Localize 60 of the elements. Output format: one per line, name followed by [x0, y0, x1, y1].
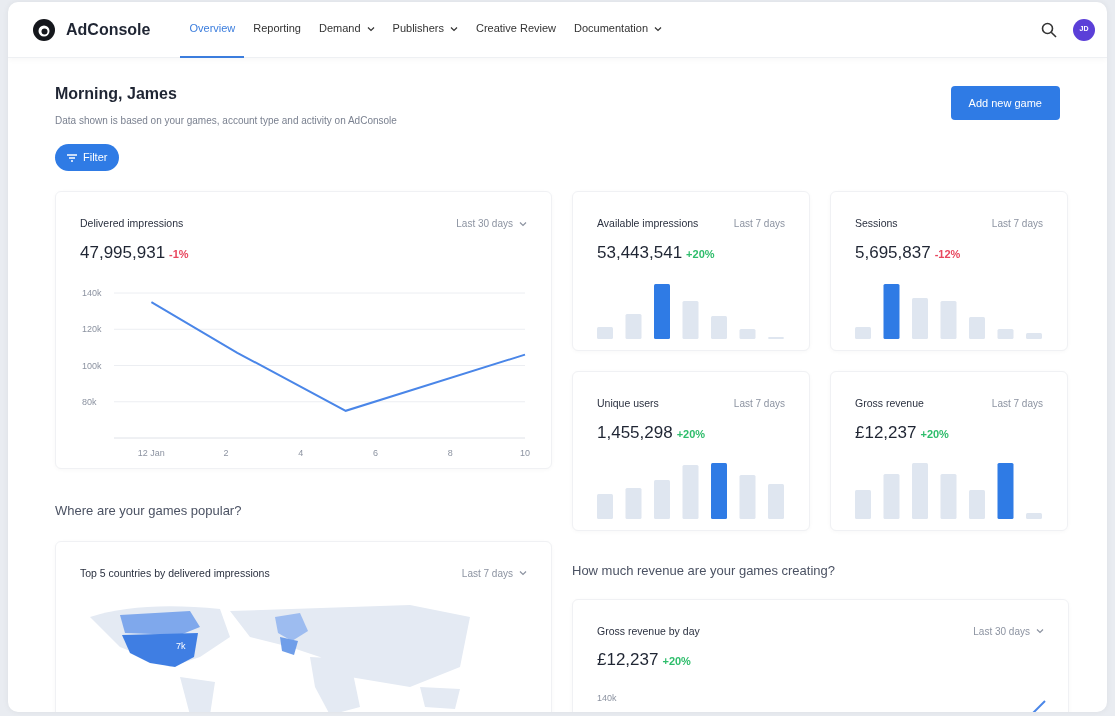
axis-label: 4 — [298, 448, 304, 459]
change-percent: -1% — [169, 246, 189, 262]
chevron-down-icon — [519, 219, 527, 228]
chevron-down-icon — [366, 24, 375, 33]
add-game-button[interactable]: Add new game — [950, 86, 1060, 120]
logo-icon — [32, 17, 56, 42]
card-title: Unique users — [597, 396, 659, 412]
axis-label: 6 — [373, 448, 379, 459]
nav-tab[interactable]: Reporting — [244, 2, 310, 58]
chevron-down-icon — [449, 24, 458, 33]
nav-tab[interactable]: Overview — [180, 2, 245, 58]
metric-value: £12,237 — [597, 649, 659, 672]
period-dropdown[interactable]: Last 30 days — [456, 216, 527, 232]
brand-name: AdConsole — [66, 19, 151, 40]
axis-label: 10 — [520, 448, 530, 459]
period-dropdown[interactable]: Last 7 days — [461, 565, 527, 581]
change-percent: +20% — [662, 654, 691, 670]
card-title: Delivered impressions — [80, 216, 184, 232]
period-dropdown[interactable]: Last 30 days — [973, 623, 1044, 639]
map-label: 7k — [176, 641, 186, 652]
metric-value: 47,995,931 — [80, 241, 166, 264]
change-percent: +20% — [676, 426, 706, 442]
card-title: Top 5 countries by delivered impressions — [80, 565, 270, 581]
period-dropdown[interactable]: Last 7 days — [733, 216, 785, 232]
section-heading: Where are your games popular? — [55, 502, 243, 521]
axis-label: 2 — [223, 448, 229, 459]
search-icon[interactable] — [1041, 21, 1057, 38]
change-percent: +20% — [920, 426, 949, 442]
card-title: Gross revenue by day — [597, 623, 700, 639]
metric-value: 1,455,298 — [597, 421, 673, 444]
axis-label: 8 — [447, 448, 453, 459]
chevron-down-icon — [654, 24, 663, 33]
metric-value: 53,443,541 — [597, 241, 683, 264]
nav-tab[interactable]: Documentation — [565, 2, 672, 58]
change-percent: +20% — [686, 246, 715, 262]
axis-label: 120k — [82, 324, 102, 335]
card-title: Available impressions — [597, 216, 699, 232]
metric-value: £12,237 — [855, 421, 917, 444]
period-dropdown[interactable]: Last 7 days — [991, 396, 1043, 412]
nav-tab[interactable]: Publishers — [383, 2, 467, 58]
nav-tab[interactable]: Demand — [310, 2, 384, 58]
axis-label: 140k — [82, 288, 102, 299]
axis-label: 140k — [597, 692, 617, 703]
period-dropdown[interactable]: Last 7 days — [733, 396, 785, 412]
section-heading: How much revenue are your games creating? — [572, 562, 837, 581]
chevron-down-icon — [1036, 627, 1044, 636]
chevron-down-icon — [519, 569, 527, 578]
greeting-title: Morning, James — [55, 84, 178, 104]
card-title: Gross revenue — [855, 396, 924, 412]
subtitle: Data shown is based on your games, account type and activity on AdConsole — [55, 114, 397, 129]
metric-value: 5,695,837 — [855, 241, 931, 264]
axis-label: 100k — [82, 360, 102, 371]
axis-label: 12 Jan — [137, 448, 165, 459]
axis-label: 80k — [82, 397, 97, 408]
change-percent: -12% — [934, 246, 961, 262]
period-dropdown[interactable]: Last 7 days — [991, 216, 1043, 232]
nav-tab[interactable]: Creative Review — [466, 2, 566, 58]
filter-button[interactable]: Filter — [55, 144, 120, 172]
card-title: Sessions — [855, 216, 898, 232]
filter-icon — [67, 153, 77, 162]
